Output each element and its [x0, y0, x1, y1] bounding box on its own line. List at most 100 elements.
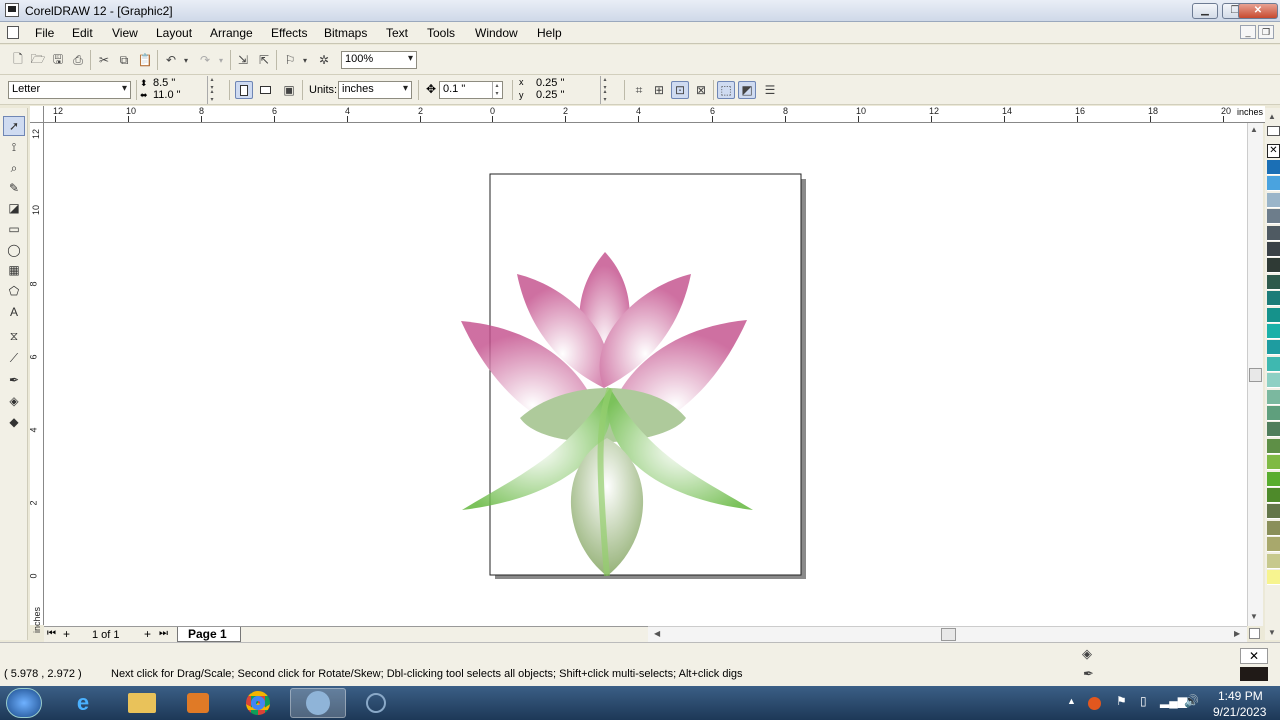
eyedropper-tool-icon[interactable]: ⟋ [3, 348, 25, 368]
landscape-button[interactable] [256, 81, 274, 99]
color-swatch[interactable] [1267, 455, 1280, 471]
fill-tool-icon[interactable]: ◈ [3, 391, 25, 411]
color-swatch[interactable] [1267, 356, 1280, 372]
snap-objects-icon[interactable]: ⊡ [671, 81, 689, 99]
vertical-scroll-thumb[interactable] [1249, 368, 1262, 382]
action-center-icon[interactable]: ⚑ [1116, 694, 1127, 708]
menu-help[interactable]: Help [537, 26, 562, 40]
new-icon[interactable]: 🗋 [9, 51, 27, 69]
drawing-canvas[interactable] [44, 123, 1247, 626]
tray-app-icon[interactable] [1088, 697, 1101, 710]
menu-view[interactable]: View [112, 26, 138, 40]
color-swatch[interactable] [1267, 176, 1280, 192]
color-swatch[interactable] [1267, 406, 1280, 421]
application-launcher-icon[interactable]: ⚐ [281, 51, 299, 69]
menu-tools[interactable]: Tools [427, 26, 455, 40]
menu-text[interactable]: Text [386, 26, 408, 40]
page-tab[interactable]: Page 1 [177, 627, 241, 642]
options-icon[interactable]: ☰ [761, 81, 779, 99]
file-explorer-icon[interactable] [114, 688, 170, 718]
dup-y-spinner[interactable]: ▴ ▾ [600, 88, 609, 104]
palette-scroll-down-icon[interactable]: ▼ [1268, 628, 1276, 637]
color-swatch[interactable] [1267, 242, 1280, 257]
network-icon[interactable]: ▂▄▆ [1160, 694, 1187, 708]
color-swatch[interactable] [1267, 324, 1280, 339]
battery-icon[interactable]: ▯ [1140, 694, 1147, 708]
horizontal-scrollbar[interactable]: ◀ ▶ [648, 626, 1247, 642]
height-spinner[interactable]: ▴ ▾ [207, 88, 216, 104]
palette-scroll-up-icon[interactable]: ▲ [1268, 112, 1276, 121]
vertical-ruler[interactable]: 12 10 8 6 4 2 0 inches [29, 123, 44, 633]
show-hidden-icons[interactable]: ▲ [1067, 696, 1076, 706]
color-swatch[interactable] [1267, 504, 1280, 520]
menu-bitmaps[interactable]: Bitmaps [324, 26, 367, 40]
color-swatch[interactable] [1267, 471, 1280, 487]
paste-icon[interactable]: 📋 [136, 51, 154, 69]
menu-arrange[interactable]: Arrange [210, 26, 253, 40]
dynamic-guides-icon[interactable]: ⊠ [692, 81, 710, 99]
close-button[interactable]: ✕ [1238, 3, 1278, 19]
page-layout-icon[interactable]: ▣ [280, 81, 298, 99]
freehand-tool-icon[interactable]: ✎ [3, 178, 25, 198]
menu-effects[interactable]: Effects [271, 26, 307, 40]
menu-layout[interactable]: Layout [156, 26, 192, 40]
scroll-up-icon[interactable]: ▲ [1250, 125, 1258, 134]
outline-tool-icon[interactable]: ✒ [3, 370, 25, 390]
menu-file[interactable]: File [35, 26, 54, 40]
open-icon[interactable]: 🗁 [29, 51, 47, 69]
app-icon[interactable] [5, 3, 19, 17]
pick-tool-icon[interactable]: ➚ [3, 116, 25, 136]
internet-explorer-icon[interactable]: e [55, 688, 111, 718]
vertical-scrollbar[interactable]: ▲ ▼ [1247, 123, 1263, 626]
cut-icon[interactable]: ✂ [95, 51, 113, 69]
basic-shapes-tool-icon[interactable]: ⬠ [3, 281, 25, 301]
launcher-dropdown-icon[interactable]: ▾ [300, 51, 310, 69]
corel-online-icon[interactable]: ✲ [315, 51, 333, 69]
last-page-icon[interactable]: ⏭ [159, 628, 168, 639]
add-page-before-icon[interactable]: + [63, 627, 70, 641]
app-taskbar-icon[interactable] [348, 688, 404, 718]
horizontal-scroll-thumb[interactable] [941, 628, 956, 641]
undo-icon[interactable]: ↶ [162, 51, 180, 69]
coreldraw-taskbar-icon[interactable] [290, 688, 346, 718]
volume-icon[interactable]: 🔊 [1184, 694, 1199, 708]
media-player-icon[interactable] [170, 688, 226, 718]
interactive-blend-tool-icon[interactable]: ⧖ [3, 326, 25, 346]
ellipse-tool-icon[interactable]: ◯ [3, 240, 25, 260]
clock-date[interactable]: 9/21/2023 [1213, 705, 1266, 719]
doc-minimize-button[interactable]: _ [1240, 25, 1256, 39]
start-button[interactable] [6, 688, 42, 718]
menu-edit[interactable]: Edit [72, 26, 93, 40]
snap-guidelines-icon[interactable]: ⊞ [650, 81, 668, 99]
color-swatch[interactable] [1267, 307, 1280, 323]
horizontal-ruler[interactable]: 12 10 8 6 4 2 0 2 4 6 8 10 12 14 16 18 20 [44, 106, 1265, 123]
document-icon[interactable] [7, 26, 19, 39]
save-icon[interactable]: 🖫 [49, 51, 67, 69]
scroll-down-icon[interactable]: ▼ [1250, 612, 1258, 621]
graph-paper-tool-icon[interactable]: ▦ [3, 260, 25, 280]
snap-grid-icon[interactable]: ⌗ [630, 81, 648, 99]
zoom-tool-icon[interactable]: ⌕ [3, 158, 25, 178]
first-page-icon[interactable]: ⏮ [47, 628, 56, 639]
text-tool-icon[interactable]: A [3, 302, 25, 322]
color-swatch[interactable] [1267, 192, 1280, 208]
redo-dropdown-icon[interactable]: ▾ [216, 51, 226, 69]
color-swatch[interactable] [1267, 160, 1280, 175]
units-select[interactable]: inches [338, 81, 412, 99]
nudge-spinner[interactable]: ▴ ▾ [492, 82, 501, 98]
scroll-right-icon[interactable]: ▶ [1234, 629, 1240, 638]
redo-icon[interactable]: ↷ [196, 51, 214, 69]
scroll-left-icon[interactable]: ◀ [654, 629, 660, 638]
shape-tool-icon[interactable]: ⟟ [3, 137, 25, 157]
color-swatch[interactable] [1267, 537, 1280, 553]
color-swatch[interactable] [1267, 340, 1280, 356]
paper-type-select[interactable]: Letter [8, 81, 131, 99]
color-swatch[interactable] [1267, 570, 1280, 585]
rectangle-tool-icon[interactable]: ▭ [3, 219, 25, 239]
palette-menu-icon[interactable] [1267, 126, 1280, 136]
color-swatch[interactable] [1267, 488, 1280, 503]
portrait-button[interactable] [235, 81, 253, 99]
print-icon[interactable]: ⎙ [69, 51, 87, 69]
color-swatch[interactable] [1267, 291, 1280, 307]
color-swatch[interactable] [1267, 389, 1280, 405]
